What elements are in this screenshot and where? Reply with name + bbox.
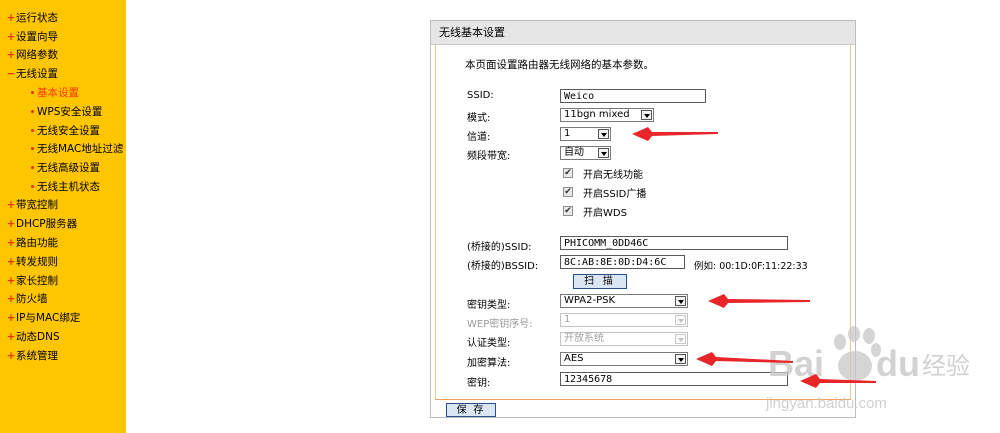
arrow-key-icon	[800, 374, 876, 388]
arrow-encryption-icon	[696, 352, 793, 366]
arrow-key-type-icon	[708, 294, 810, 308]
annotation-arrows	[632, 127, 876, 388]
arrow-channel-icon	[632, 127, 718, 141]
